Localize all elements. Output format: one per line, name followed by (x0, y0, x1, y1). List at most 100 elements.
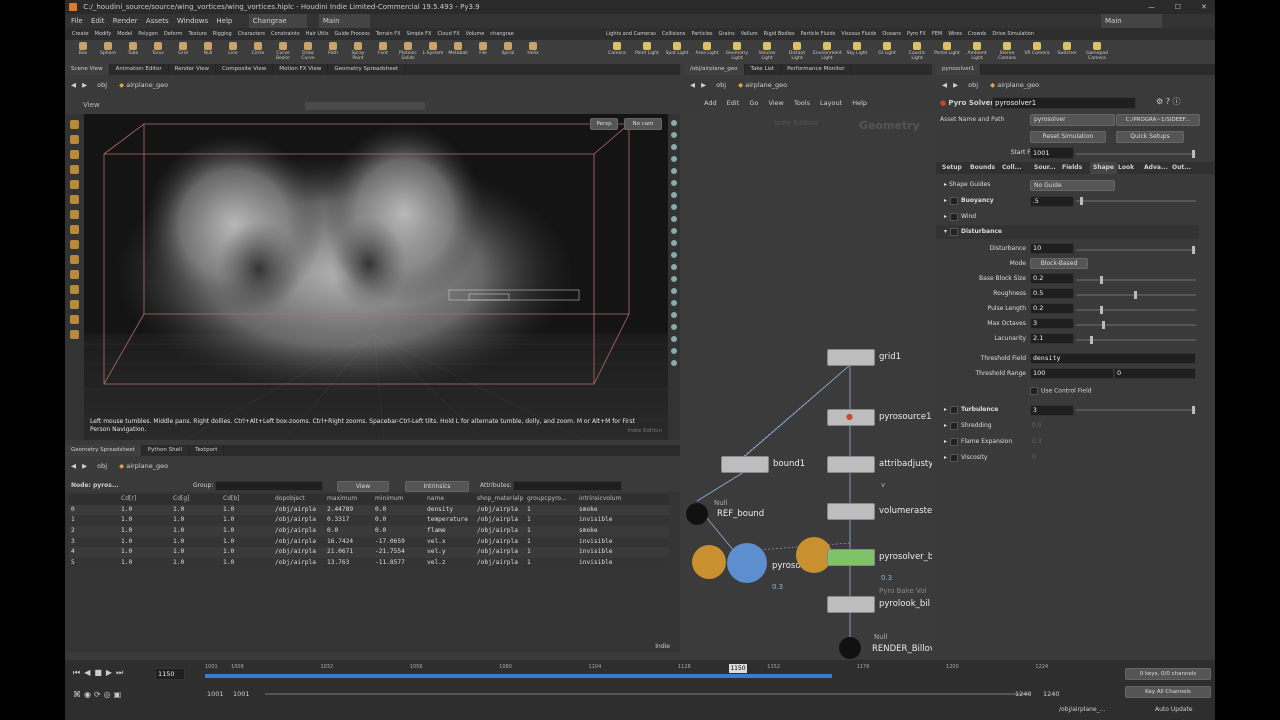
shape-guides-dropdown[interactable]: No Guide (1030, 180, 1115, 191)
param-gear-icon[interactable]: ⚙ ? ⓘ (1156, 96, 1181, 107)
sheet-view-dropdown[interactable]: View (337, 481, 389, 492)
sheet-group-field[interactable] (215, 481, 323, 491)
range-slider[interactable] (265, 693, 1030, 695)
tool-camera[interactable]: Camera (603, 42, 631, 56)
shelf-tab-drive-simulation[interactable]: Drive Simulation (989, 28, 1037, 40)
max-octaves-field[interactable]: 3 (1030, 318, 1074, 329)
sheet-column-header[interactable]: maximum (327, 494, 373, 505)
tab-geometry-spreadsheet[interactable]: Geometry Spreadsheet (65, 445, 142, 456)
tool-helix[interactable]: Helix (521, 42, 545, 56)
display-icon-5[interactable] (671, 168, 677, 174)
sheet-back-icon[interactable]: ◀ (71, 462, 76, 470)
disturbance-slider[interactable] (1076, 246, 1196, 254)
table-row[interactable]: 0 1.0 1.0 1.0/obj/airpla 2.44789 0.0 density/o… (69, 504, 669, 516)
table-row[interactable]: 3 1.0 1.0 1.0/obj/airpla 16.7424 -17.0659 vel.… (69, 536, 669, 548)
tool-gamepad-camera[interactable]: Gamepad Camera (1083, 42, 1111, 61)
tool-spiral[interactable]: Spiral (496, 42, 520, 56)
camera-button[interactable]: No cam (624, 118, 662, 130)
table-row[interactable]: 1 1.0 1.0 1.0/obj/airpla 0.3317 0.0 temperatur… (69, 515, 669, 527)
tab-scene-view[interactable]: Scene View (65, 64, 110, 75)
shelf-tab-volume[interactable]: Volume (463, 28, 488, 40)
sheet-intrinsics-dropdown[interactable]: Intrinsics (405, 481, 469, 492)
lacunarity-slider[interactable] (1076, 336, 1196, 344)
wind-row[interactable]: ▸ Wind (936, 210, 1199, 224)
sheet-column-header[interactable]: shop_materialp (477, 494, 525, 505)
viscosity-row[interactable]: ▸ Viscosity 0 (936, 451, 1199, 465)
tool-point-light[interactable]: Point Light (633, 42, 661, 56)
net-menu-view[interactable]: View (768, 99, 783, 107)
back-arrow-icon[interactable]: ◀ (71, 81, 76, 89)
max-octaves-slider[interactable] (1076, 321, 1196, 329)
shelf-tab-terrain-fx[interactable]: Terrain FX (373, 28, 404, 40)
table-row[interactable]: 2 1.0 1.0 1.0/obj/airpla 0.0 0.0 flame/obj/air… (69, 526, 669, 537)
flame-expansion-row[interactable]: ▸ Flame Expansion 0.3 (936, 435, 1199, 449)
use-control-field-row[interactable]: Use Control Field (1030, 387, 1092, 395)
param-tab-setup[interactable]: Setup (942, 162, 962, 174)
tool-box[interactable]: Box (71, 42, 95, 56)
sheet-path-geo[interactable]: airplane_geo (126, 462, 168, 470)
desktop-selector[interactable]: Changrae (248, 14, 307, 28)
status-path[interactable]: /obj/airplane_... (1059, 706, 1105, 713)
shelf-tab-oceans[interactable]: Oceans (879, 28, 904, 40)
node-pyrolook[interactable] (827, 596, 875, 613)
shelf-tab-vellum[interactable]: Vellum (738, 28, 761, 40)
display-icon-12[interactable] (671, 252, 677, 258)
tool-environment-light[interactable]: Environment Light (813, 42, 842, 61)
paint-tool-icon[interactable] (70, 255, 79, 264)
param-tab-fields[interactable]: Fields (1062, 162, 1082, 174)
display-icon-13[interactable] (671, 264, 677, 270)
menu-assets[interactable]: Assets (146, 17, 169, 25)
param-tab-out[interactable]: Out... (1172, 162, 1191, 174)
shelf-tab-model[interactable]: Model (114, 28, 135, 40)
persp-button[interactable]: Persp (590, 118, 618, 130)
snap-tool-icon[interactable] (70, 225, 79, 234)
param-forward-icon[interactable]: ▶ (953, 81, 958, 89)
shape-guides-row[interactable]: ▸ Shape Guides No Guide (936, 178, 1199, 192)
net-menu-go[interactable]: Go (749, 99, 758, 107)
render-tool-icon[interactable] (70, 330, 79, 339)
sheet-column-header[interactable]: name (427, 494, 475, 505)
net-menu-edit[interactable]: Edit (727, 99, 740, 107)
minimize-icon[interactable]: — (1148, 0, 1155, 14)
magnet-tool-icon[interactable] (70, 240, 79, 249)
display-icon-9[interactable] (671, 216, 677, 222)
forward-arrow-icon[interactable]: ▶ (82, 81, 87, 89)
rotate-tool-icon[interactable] (70, 150, 79, 159)
start-frame-field[interactable]: 1001 (1030, 147, 1074, 159)
threshold-field-input[interactable]: density (1030, 353, 1196, 364)
buoyancy-row[interactable]: ▸ Buoyancy .5 (936, 194, 1199, 208)
param-tab-bounds[interactable]: Bounds (970, 162, 995, 174)
display-icon-10[interactable] (671, 228, 677, 234)
tool-sphere[interactable]: Sphere (96, 42, 120, 56)
tool-font[interactable]: Font (371, 42, 395, 56)
pose-tool-icon[interactable] (70, 195, 79, 204)
node-pyrosource1[interactable]: ● (827, 409, 875, 426)
light-tool-icon[interactable] (70, 300, 79, 309)
view-tool-icon[interactable] (70, 210, 79, 219)
shelf-tab-viscous-fluids[interactable]: Viscous Fluids (838, 28, 879, 40)
move-tool-icon[interactable] (70, 135, 79, 144)
shelf-tab-guide-process[interactable]: Guide Process (331, 28, 372, 40)
asset-path-dropdown[interactable]: C:/PROGRA~1/SIDEEF... (1116, 114, 1200, 126)
turbulence-field[interactable]: 3 (1030, 405, 1074, 416)
tool-metaball[interactable]: Metaball (446, 42, 470, 56)
shelf-tab-simple-fx[interactable]: Simple FX (404, 28, 435, 40)
tool-draw-curve[interactable]: Draw Curve (296, 42, 320, 61)
tool-gi-light[interactable]: GI Light (873, 42, 901, 56)
sheet-forward-icon[interactable]: ▶ (82, 462, 87, 470)
lacunarity-field[interactable]: 2.1 (1030, 333, 1074, 344)
sheet-path-obj[interactable]: obj (97, 462, 107, 470)
display-icon-3[interactable] (671, 144, 677, 150)
base-block-size-slider[interactable] (1076, 276, 1196, 284)
viewport-display-options[interactable] (305, 102, 425, 110)
node-pyrosolver-bake[interactable] (827, 549, 875, 566)
table-row[interactable]: 4 1.0 1.0 1.0/obj/airpla 21.0671 -21.7554 vel.… (69, 547, 669, 559)
roughness-field[interactable]: 0.5 (1030, 288, 1074, 299)
display-icon-4[interactable] (671, 156, 677, 162)
shelf-tab-characters[interactable]: Characters (235, 28, 268, 40)
net-path-geo[interactable]: airplane_geo (745, 81, 787, 89)
shelf-tab-modify[interactable]: Modify (92, 28, 115, 40)
tool-volume-light[interactable]: Volume Light (753, 42, 781, 61)
shelf-tab-lights-and-cameras[interactable]: Lights and Cameras (603, 28, 659, 40)
param-tab-coll[interactable]: Coll... (1002, 162, 1021, 174)
